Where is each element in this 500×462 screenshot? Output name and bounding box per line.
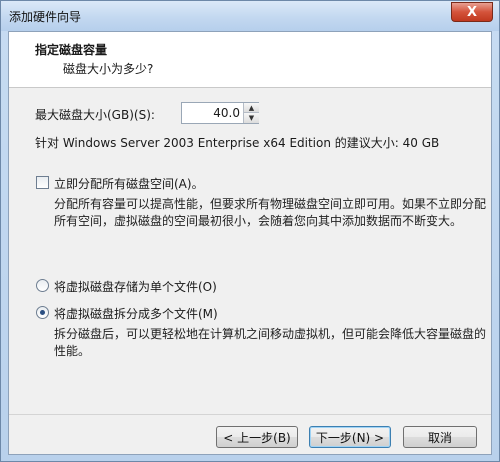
- allocate-description-line: 所有空间，虚拟磁盘的空间最初很小，会随着您向其中添加数据而不断变大。: [54, 214, 463, 228]
- max-disk-size-label: 最大磁盘大小(GB)(S):: [35, 108, 155, 122]
- max-disk-size-stepper[interactable]: 40.0 ▲ ▼: [181, 102, 259, 124]
- wizard-content: 指定磁盘容量 磁盘大小为多少? 最大磁盘大小(GB)(S): 40.0 ▲ ▼ …: [8, 31, 492, 455]
- spin-down-icon[interactable]: ▼: [244, 113, 259, 123]
- next-button[interactable]: 下一步(N) >: [309, 426, 391, 448]
- cancel-button[interactable]: 取消: [403, 426, 477, 448]
- window-title: 添加硬件向导: [9, 10, 82, 24]
- single-file-radio[interactable]: [36, 279, 49, 292]
- multiple-files-description-line: 性能。: [54, 344, 91, 358]
- page-subtitle: 磁盘大小为多少?: [63, 62, 154, 76]
- footer-divider: [9, 414, 491, 415]
- multiple-files-description: 拆分磁盘后，可以更轻松地在计算机之间移动虚拟机，但可能会降低大容量磁盘的 性能。: [54, 326, 486, 360]
- single-file-label[interactable]: 将虚拟磁盘存储为单个文件(O): [54, 278, 217, 295]
- max-disk-size-value[interactable]: 40.0: [213, 106, 240, 120]
- spin-up-icon[interactable]: ▲: [244, 103, 259, 113]
- allocate-all-label[interactable]: 立即分配所有磁盘空间(A)。: [54, 175, 204, 192]
- title-bar[interactable]: 添加硬件向导 X: [1, 1, 499, 31]
- wizard-header: 指定磁盘容量 磁盘大小为多少?: [9, 32, 491, 88]
- close-button[interactable]: X: [451, 2, 493, 22]
- recommended-size-text: 针对 Windows Server 2003 Enterprise x64 Ed…: [35, 136, 440, 150]
- multiple-files-description-line: 拆分磁盘后，可以更轻松地在计算机之间移动虚拟机，但可能会降低大容量磁盘的: [54, 327, 487, 341]
- back-button[interactable]: < 上一步(B): [216, 426, 298, 448]
- allocate-all-checkbox[interactable]: [36, 176, 49, 189]
- allocate-description-line: 分配所有容量可以提高性能，但要求所有物理磁盘空间立即可用。如果不立即分配: [54, 197, 487, 211]
- allocate-description: 分配所有容量可以提高性能，但要求所有物理磁盘空间立即可用。如果不立即分配 所有空…: [54, 196, 486, 230]
- stepper-buttons: ▲ ▼: [243, 103, 259, 123]
- wizard-window: 添加硬件向导 X 指定磁盘容量 磁盘大小为多少? 最大磁盘大小(GB)(S): …: [0, 0, 500, 462]
- page-title: 指定磁盘容量: [35, 43, 108, 57]
- multiple-files-label[interactable]: 将虚拟磁盘拆分成多个文件(M): [54, 305, 218, 322]
- multiple-files-radio[interactable]: [36, 306, 49, 319]
